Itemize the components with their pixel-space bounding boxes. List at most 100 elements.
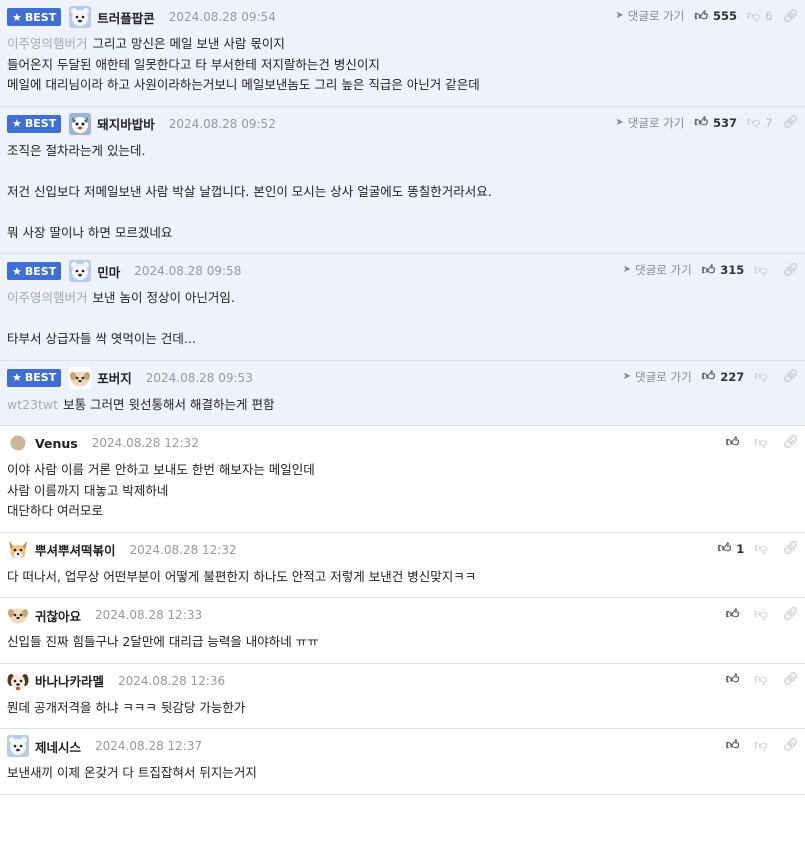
comment-line: 저건 신입보다 저메일보낸 사람 박살 날껍니다. 본인이 모시는 상사 얼굴에… [7,183,492,199]
comment-date: 2024.08.28 12:32 [91,436,199,450]
best-badge: ★ BEST [7,114,62,133]
comment-author[interactable]: 민마 [97,262,120,281]
comment-body: 이주영의햄버거 그리고 망신은 메일 보낸 사람 몫이지들어온지 두달된 애한테 … [0,34,805,106]
comment-body: 조직은 절차라는게 있는데. 저건 신입보다 저메일보낸 사람 박살 날껍니다. … [0,141,805,254]
downvote-button[interactable]: 👎︎ [754,264,772,277]
comment-header: 귀찮아요 2024.08.28 12:33 [0,598,805,632]
blue-bear-avatar[interactable] [7,735,29,757]
best-comment: ★ BEST 트러플팝콘 2024.08.28 09:54 ➤ 댓글로 가기 👍︎ 555 👎︎… [0,0,805,107]
thumbs-down-icon: 👎︎ [754,541,768,556]
downvote-button[interactable]: 👎︎ 6 [747,9,773,23]
go-to-reply-link[interactable]: ➤ 댓글로 가기 [615,8,684,24]
upvote-button[interactable]: 👍︎ 537 [694,116,737,130]
go-to-reply-link[interactable]: ➤ 댓글로 가기 [623,369,692,385]
upvote-button[interactable]: 👍︎ 315 [702,263,745,277]
upvote-button[interactable]: 👍︎ [726,739,745,752]
upvote-button[interactable]: 👍︎ 1 [718,542,745,556]
upvote-count: 227 [720,369,745,384]
comment-line: 사람 이름까지 대놓고 박제하네 [7,482,169,498]
copy-link-button[interactable]: 🔗︎ [782,542,799,555]
go-to-reply-link[interactable]: ➤ 댓글로 가기 [615,115,684,131]
comment-author[interactable]: 귀찮아요 [35,606,81,625]
comment-line: 메일에 대리님이라 하고 사원이라하는거보니 메일보낸놈도 그리 높은 직급은 … [7,77,480,92]
comment-line: 이주영의햄버거 그리고 망신은 메일 보낸 사람 몫이지 [7,36,285,51]
paper-plane-icon: ➤ [622,370,632,382]
star-icon: ★ [12,264,22,278]
downvote-button[interactable]: 👎︎ [754,436,772,449]
downvote-button[interactable]: 👎︎ 7 [747,116,773,130]
comment-author[interactable]: Venus [35,436,78,451]
copy-link-button[interactable]: 🔗︎ [782,739,799,752]
best-badge: ★ BEST [7,368,62,387]
comment-author[interactable]: 뿌셔뿌셔떡볶이 [35,540,116,559]
mention-user[interactable]: 이주영의햄버거 [7,290,88,305]
copy-link-button[interactable]: 🔗︎ [782,10,799,23]
upvote-button[interactable]: 👍︎ [726,608,745,621]
comment-line: 다 떠나서, 업무상 어떤부분이 어떻게 불편한지 하나도 안적고 저렇게 보낸… [7,568,477,584]
comment-actions: ➤ 댓글로 가기 👍︎ 537 👎︎ 7 🔗︎ [605,113,799,133]
comment-body: 신입들 진짜 힘들구나 2달만에 대리급 능력을 내야하네 ㅠㅠ [0,632,805,663]
star-icon: ★ [12,10,22,24]
copy-link-button[interactable]: 🔗︎ [782,370,799,383]
comment-header: Venus 2024.08.28 12:32 [0,426,805,460]
thumbs-down-icon: 👎︎ [754,369,768,384]
best-comment: ★ BEST 민마 2024.08.28 09:58 ➤ 댓글로 가기 👍︎ 315 👎︎ 🔗︎ 이… [0,254,805,361]
gray-dot-avatar[interactable] [7,432,29,454]
star-icon: ★ [12,371,22,384]
comment-date: 2024.08.28 09:52 [168,116,276,131]
puppy-avatar[interactable] [7,604,29,626]
comment: Venus 2024.08.28 12:32 👍︎ 👎︎ 🔗︎ 이야 사람 이름 거론 안… [0,426,805,533]
dark-dog-avatar[interactable] [7,669,29,692]
downvote-button[interactable]: 👎︎ [754,608,772,621]
paper-plane-icon: ➤ [615,116,624,128]
link-icon: 🔗︎ [782,262,799,278]
blue-bear-avatar[interactable] [69,260,92,282]
upvote-button[interactable]: 👍︎ 227 [702,370,745,384]
comment-author[interactable]: 제네시스 [35,737,81,756]
thumbs-down-icon: 👎︎ [754,434,768,450]
best-comment: ★ BEST 돼지바밥바 2024.08.28 09:52 ➤ 댓글로 가기 👍︎ 537 👎︎… [0,106,805,254]
downvote-button[interactable]: 👎︎ [754,542,772,555]
downvote-button[interactable]: 👎︎ [754,673,772,686]
fox-avatar[interactable] [7,538,29,561]
downvote-button[interactable]: 👎︎ [754,739,772,752]
comment-line: 들어온지 두달된 애한테 일못한다고 타 부서한테 저지랄하는건 병신이지 [7,56,380,72]
comment-body: 뭔데 공개저격을 하냐 ㅋㅋㅋ 뒷감당 가능한가 [0,698,805,729]
puppy-avatar[interactable] [69,366,92,389]
comment-actions: 👍︎ 1 👎︎ 🔗︎ [708,539,799,559]
mention-user[interactable]: 이주영의햄버거 [7,36,88,51]
upvote-button[interactable]: 👍︎ [726,436,745,449]
thumbs-up-icon: 👍︎ [701,369,716,384]
copy-link-button[interactable]: 🔗︎ [782,608,799,621]
comment-author[interactable]: 바나나카라멜 [35,671,104,690]
comment: 귀찮아요 2024.08.28 12:33 👍︎ 👎︎ 🔗︎ 신입들 진짜 힘들구나 2달… [0,598,805,664]
mention-user[interactable]: wt23twt [7,397,58,412]
comment-actions: 👍︎ 👎︎ 🔗︎ [716,735,799,755]
upvote-count: 555 [712,9,737,23]
upvote-button[interactable]: 👍︎ 555 [694,9,737,23]
link-icon: 🔗︎ [782,672,799,687]
link-icon: 🔗︎ [782,737,799,753]
thumbs-up-icon: 👍︎ [725,737,740,753]
downvote-count: 6 [765,9,773,23]
go-to-reply-link[interactable]: ➤ 댓글로 가기 [623,262,692,278]
comment-date: 2024.08.28 12:36 [118,673,226,688]
copy-link-button[interactable]: 🔗︎ [782,116,799,129]
comment-line: 뭔데 공개저격을 하냐 ㅋㅋㅋ 뒷감당 가능한가 [7,699,246,715]
comment-body: 다 떠나서, 업무상 어떤부분이 어떻게 불편한지 하나도 안적고 저렇게 보낸… [0,567,805,598]
comment-author[interactable]: 포버지 [97,368,132,387]
copy-link-button[interactable]: 🔗︎ [782,264,799,277]
thumbs-up-icon: 👍︎ [717,541,732,556]
comment-author[interactable]: 트러플팝콘 [97,8,155,27]
copy-link-button[interactable]: 🔗︎ [782,436,799,449]
dog-face-avatar[interactable] [69,112,92,135]
comment-author[interactable]: 돼지바밥바 [97,114,155,133]
downvote-button[interactable]: 👎︎ [754,370,772,383]
copy-link-button[interactable]: 🔗︎ [782,673,799,686]
comment-body: wt23twt 보통 그러면 윗선통해서 해결하는게 편함 [0,395,805,426]
upvote-count: 315 [720,263,745,277]
thumbs-down-icon: 👎︎ [754,672,768,687]
blue-bear-avatar[interactable] [69,6,92,28]
comment-line: 뭐 사장 딸이나 하면 모르겠네요 [7,224,173,240]
upvote-button[interactable]: 👍︎ [726,673,745,686]
